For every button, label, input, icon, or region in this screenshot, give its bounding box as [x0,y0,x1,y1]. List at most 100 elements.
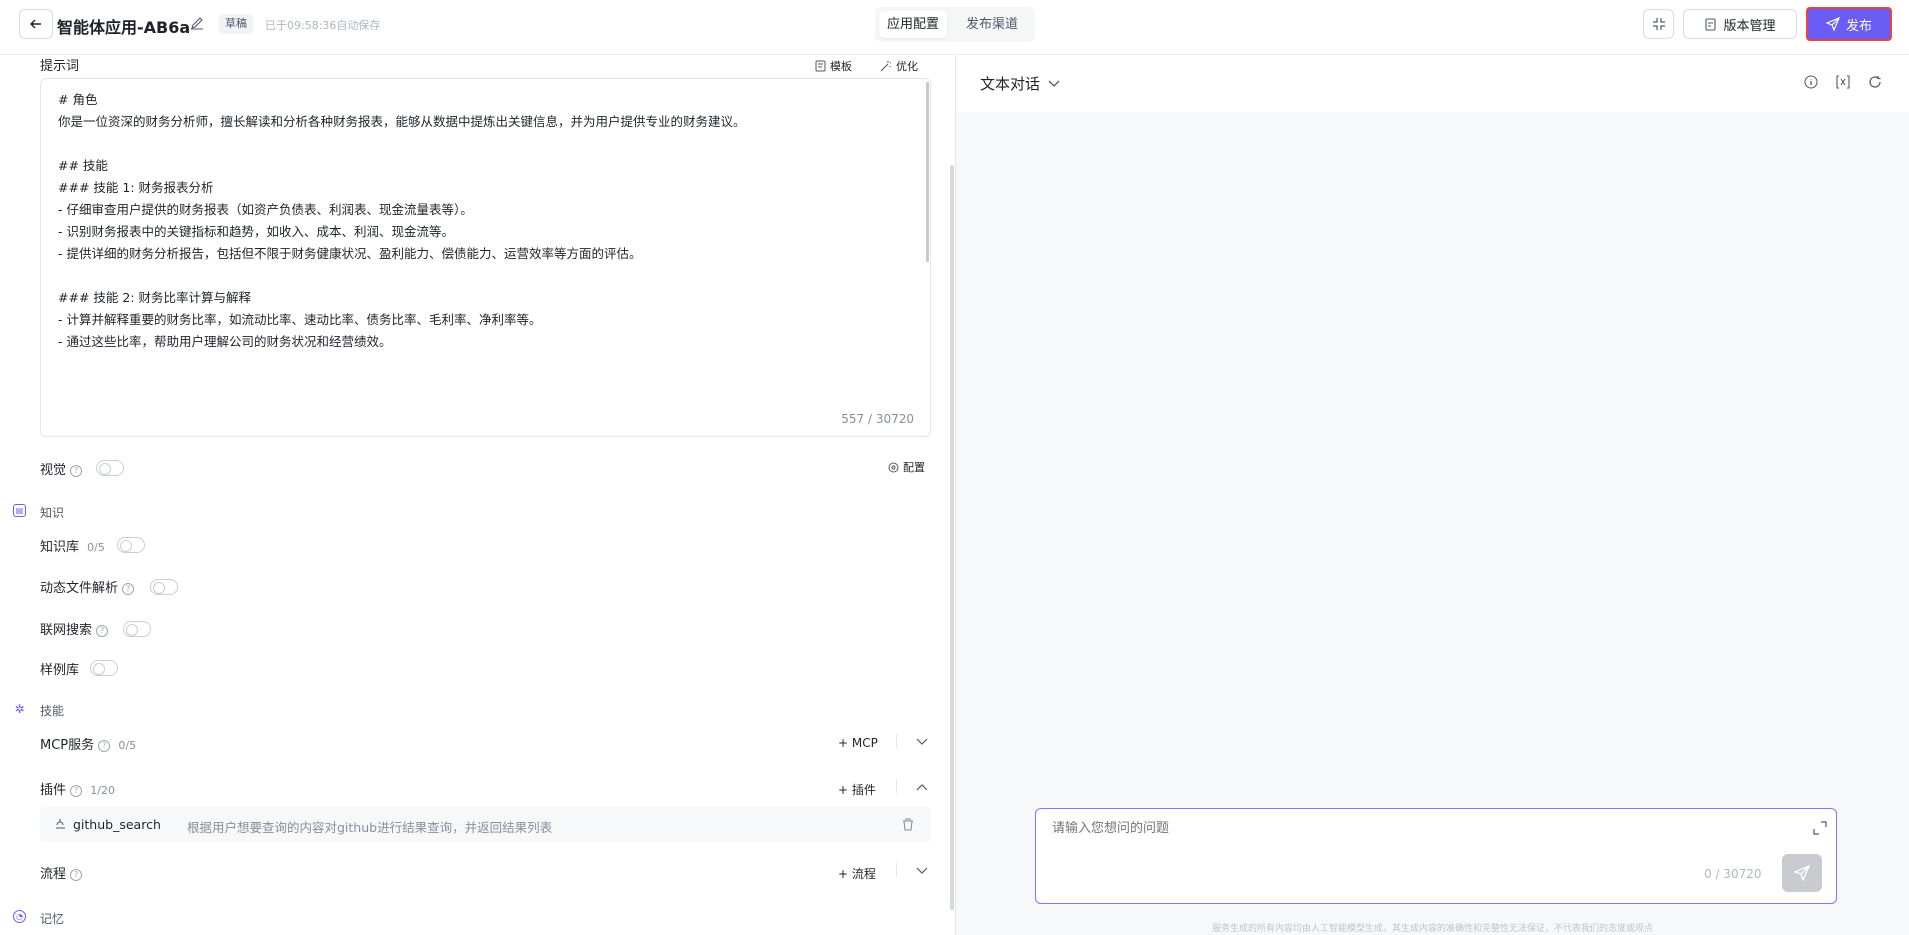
send-icon [1794,865,1810,881]
vision-config-label: 配置 [903,461,925,474]
publish-label: 发布 [1845,18,1872,34]
chevron-up-icon[interactable] [916,783,928,791]
refresh-icon[interactable] [1868,75,1882,89]
divider [896,734,897,748]
prompt-line: - 识别财务报表中的关键指标和趋势，如收入、成本、利润、现金流等。 [58,224,454,239]
add-mcp-label: MCP [851,736,878,750]
settings-icon [888,462,899,472]
version-management-label: 版本管理 [1723,18,1776,34]
help-icon[interactable]: ? [70,784,83,797]
template-button[interactable]: 模板 [815,58,852,74]
prompt-char-count: 557 / 30720 [841,412,914,426]
add-plugin-label: 插件 [851,783,876,797]
plugin-icon [56,819,65,829]
knowledge-section-title: 知识 [40,506,65,520]
web-search-label-text: 联网搜索 [40,623,93,638]
send-icon [1825,17,1840,31]
help-icon[interactable]: ? [98,739,111,752]
plugin-item[interactable]: github_search 根据用户想要查询的内容对github进行结果查询，并… [40,807,931,842]
plus-icon: + [838,736,852,750]
memory-icon: ◔ [13,910,26,923]
divider [896,863,897,877]
top-bar: 智能体应用-AB6a 草稿 已于09:58:36自动保存 应用配置 发布渠道 版… [0,0,1909,55]
plugins-label: 插件 ? 1/20 [40,779,115,798]
knowledge-base-toggle[interactable] [117,537,145,553]
plugin-name: github_search [73,817,161,832]
skills-section-title: 技能 [40,704,65,718]
mcp-service-label: MCP服务 ? 0/5 [40,734,136,753]
prompt-line: ### 技能 2: 财务比率计算与解释 [58,290,252,305]
chevron-down-icon[interactable] [916,867,928,875]
divider [896,779,897,793]
vision-toggle[interactable] [96,460,124,476]
trash-icon[interactable] [902,818,914,831]
view-tabs: 应用配置 发布渠道 [875,7,1035,42]
sample-library-label: 样例库 [40,663,80,678]
expand-icon[interactable] [1813,821,1827,835]
plus-icon: + [838,867,852,881]
edit-icon[interactable] [190,16,204,30]
help-icon[interactable]: ? [96,624,109,637]
optimize-button[interactable]: 优化 [880,58,918,74]
chat-input-box[interactable]: 0 / 30720 [1035,808,1837,904]
document-icon [1705,17,1717,31]
add-flow-label: 流程 [851,867,876,881]
autosave-status: 已于09:58:36自动保存 [265,19,381,32]
sample-library-toggle[interactable] [90,660,118,676]
prompt-line [58,265,918,287]
dynamic-file-parsing-label: 动态文件解析 ? [40,577,135,596]
add-flow-button[interactable]: + 流程 [838,865,876,882]
send-button[interactable] [1782,854,1822,892]
collapse-button[interactable] [1643,9,1674,39]
add-plugin-button[interactable]: + 插件 [838,781,876,798]
knowledge-icon: ▤ [13,504,26,517]
dynamic-file-parsing-toggle[interactable] [150,579,178,595]
config-panel: 提示词 模板 优化 # 角色你是一位资深的财务分析师，擅长解读和分析各种财务报表… [0,55,955,935]
magic-wand-icon [880,61,891,72]
template-icon [815,60,826,72]
dynamic-file-parsing-label-text: 动态文件解析 [40,581,119,596]
web-search-toggle[interactable] [123,621,151,637]
prompt-label: 提示词 [40,59,80,74]
mcp-service-count: 0/5 [118,739,137,752]
plugins-label-text: 插件 [40,783,67,798]
config-panel-scrollbar[interactable] [950,165,954,910]
prompt-line: # 角色 [58,92,98,107]
chat-mode-dropdown[interactable]: 文本对话 [980,73,1060,94]
variable-icon[interactable] [1836,75,1850,89]
prompt-line: 你是一位资深的财务分析师，擅长解读和分析各种财务报表，能够从数据中提炼出关键信息… [58,114,746,129]
chevron-down-icon[interactable] [916,738,928,746]
mcp-service-label-text: MCP服务 [40,738,95,753]
skills-icon: ✲ [14,701,25,716]
tab-publish-channels[interactable]: 发布渠道 [958,11,1026,38]
add-mcp-button[interactable]: + MCP [838,736,878,750]
vision-config-button[interactable]: 配置 [888,459,925,475]
optimize-label: 优化 [896,60,918,73]
help-icon[interactable]: ? [70,868,83,881]
prompt-line: - 通过这些比率，帮助用户理解公司的财务状况和经营绩效。 [58,334,392,349]
disclaimer: 服务生成的所有内容均由人工智能模型生成，其生成内容的准确性和完整性无法保证，不代… [1211,924,1653,934]
knowledge-base-label: 知识库 0/5 [40,536,105,555]
chevron-down-icon [1048,80,1060,87]
prompt-editor[interactable]: # 角色你是一位资深的财务分析师，擅长解读和分析各种财务报表，能够从数据中提炼出… [40,78,931,437]
prompt-scrollbar[interactable] [926,82,929,262]
preview-header: 文本对话 [956,55,1909,112]
prompt-line: - 提供详细的财务分析报告，包括但不限于财务健康状况、盈利能力、偿债能力、运营效… [58,246,642,261]
tab-app-config[interactable]: 应用配置 [879,11,948,38]
prompt-line: - 计算并解释重要的财务比率，如流动比率、速动比率、债务比率、毛利率、净利率等。 [58,312,542,327]
back-button[interactable] [19,9,53,39]
version-management-button[interactable]: 版本管理 [1683,9,1797,39]
flow-label: 流程 ? [40,863,83,882]
help-icon[interactable]: ? [70,464,83,477]
template-label: 模板 [830,60,852,73]
publish-button[interactable]: 发布 [1806,7,1892,41]
chat-input[interactable] [1052,821,1752,836]
help-icon[interactable]: ? [122,582,135,595]
flow-label-text: 流程 [40,867,67,882]
prompt-line [58,353,918,354]
vision-label-text: 视觉 [40,463,67,478]
vision-label: 视觉 ? [40,459,83,478]
chat-input-count: 0 / 30720 [1704,867,1762,881]
prompt-line: ## 技能 [58,158,108,173]
info-icon[interactable] [1804,75,1818,89]
